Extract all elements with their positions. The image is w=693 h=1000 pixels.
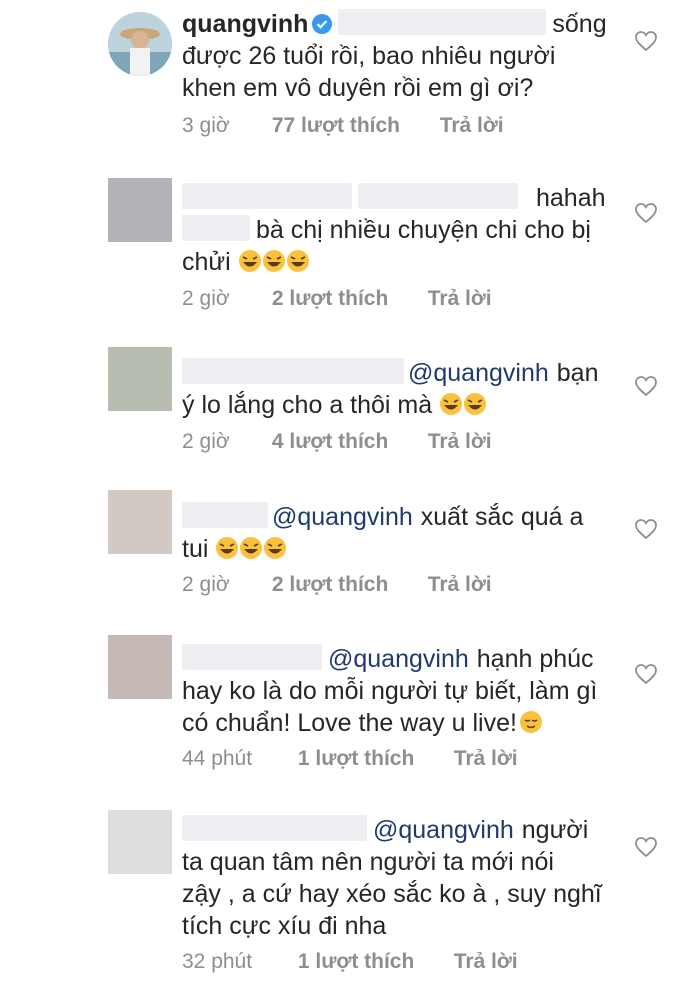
redacted-text <box>182 215 250 241</box>
reply-button[interactable]: Trả lời <box>428 573 492 597</box>
heart-icon[interactable] <box>634 518 658 540</box>
reply-button[interactable]: Trả lời <box>428 287 492 311</box>
comment-meta: 3 giờ 77 lượt thích Trả lời <box>182 114 504 138</box>
avatar-photo <box>108 12 172 76</box>
username[interactable]: quangvinh <box>182 10 308 38</box>
verified-badge-icon <box>312 10 333 42</box>
comment: hahah bà chị nhiều chuyện chi cho bị chử… <box>0 160 693 335</box>
comment-body: @quangvinh hạnh phúc hay ko là do mỗi ngư… <box>182 643 622 739</box>
comment: @quangvinh xuất sắc quá a tui 2 giờ 2 lượ… <box>0 480 693 625</box>
mention-link[interactable]: @quangvinh <box>373 816 514 844</box>
likes-count[interactable]: 2 lượt thích <box>272 573 422 597</box>
avatar[interactable] <box>108 810 172 874</box>
comment-text: xuất sắc quá a <box>420 503 584 531</box>
comment-body: quangvinh sống được 26 tuổi rồi, bao nhiê… <box>182 8 622 104</box>
timestamp: 32 phút <box>182 950 253 973</box>
comment-body: @quangvinh người ta quan tâm nên người ta… <box>182 814 622 942</box>
avatar[interactable] <box>108 178 172 242</box>
heart-icon[interactable] <box>634 836 658 858</box>
comment-text: có chuẩn! Love the way u live! <box>182 709 517 737</box>
timestamp: 2 giờ <box>182 573 230 596</box>
redacted-mention <box>338 9 547 35</box>
comment-text: sống <box>552 10 607 38</box>
reply-button[interactable]: Trả lời <box>440 114 504 138</box>
comment-text: zậy , a cứ hay xéo sắc ko à , suy nghĩ <box>182 880 602 908</box>
laughing-emoji-icon <box>439 391 487 419</box>
comment-text: hay ko là do mỗi người tự biết, làm gì <box>182 677 598 705</box>
comment-text: tích cực xíu đi nha <box>182 912 387 940</box>
comment-body: @quangvinh bạn ý lo lắng cho a thôi mà <box>182 357 622 421</box>
redacted-username <box>182 644 322 670</box>
comment-text: hạnh phúc <box>476 645 594 673</box>
comment-body: hahah bà chị nhiều chuyện chi cho bị chử… <box>182 182 622 278</box>
heart-icon[interactable] <box>634 663 658 685</box>
comment-text: ta quan tâm nên người ta mới nói <box>182 848 554 876</box>
comment: quangvinh sống được 26 tuổi rồi, bao nhiê… <box>0 0 693 160</box>
comment-text: bà chị nhiều chuyện chi cho bị <box>256 216 591 244</box>
heart-icon[interactable] <box>634 30 658 52</box>
comment-text: hahah <box>536 184 606 212</box>
avatar[interactable] <box>108 635 172 699</box>
likes-count[interactable]: 1 lượt thích <box>298 950 448 974</box>
laughing-emoji-icon <box>238 248 310 276</box>
mention-link[interactable]: @quangvinh <box>328 645 469 673</box>
mention-link[interactable]: @quangvinh <box>408 359 549 387</box>
comment-meta: 32 phút 1 lượt thích Trả lời <box>182 950 518 974</box>
comment-meta: 2 giờ 2 lượt thích Trả lời <box>182 573 492 597</box>
timestamp: 2 giờ <box>182 287 230 310</box>
comment-meta: 2 giờ 4 lượt thích Trả lời <box>182 430 492 454</box>
likes-count[interactable]: 1 lượt thích <box>298 747 448 771</box>
mention-link[interactable]: @quangvinh <box>272 503 413 531</box>
reply-button[interactable]: Trả lời <box>454 747 518 771</box>
heart-icon[interactable] <box>634 375 658 397</box>
redacted-username <box>182 502 268 528</box>
timestamp: 2 giờ <box>182 430 230 453</box>
comment: @quangvinh bạn ý lo lắng cho a thôi mà 2 … <box>0 335 693 480</box>
comment-body: @quangvinh xuất sắc quá a tui <box>182 501 622 565</box>
comment-text: ý lo lắng cho a thôi mà <box>182 391 433 419</box>
avatar[interactable] <box>108 347 172 411</box>
comment-meta: 44 phút 1 lượt thích Trả lời <box>182 747 518 771</box>
heart-icon[interactable] <box>634 202 658 224</box>
timestamp: 44 phút <box>182 747 253 770</box>
comment-text: bạn <box>556 359 599 387</box>
comment: @quangvinh người ta quan tâm nên người ta… <box>0 800 693 1000</box>
reply-button[interactable]: Trả lời <box>454 950 518 974</box>
comment-text: tui <box>182 535 209 563</box>
avatar[interactable] <box>108 12 172 76</box>
likes-count[interactable]: 77 lượt thích <box>272 114 434 138</box>
reply-button[interactable]: Trả lời <box>428 430 492 454</box>
redacted-username <box>182 183 352 209</box>
avatar[interactable] <box>108 490 172 554</box>
comment-meta: 2 giờ 2 lượt thích Trả lời <box>182 287 492 311</box>
comment: @quangvinh hạnh phúc hay ko là do mỗi ngư… <box>0 625 693 800</box>
timestamp: 3 giờ <box>182 114 230 137</box>
redacted-mention <box>358 183 518 209</box>
comment-text: chửi <box>182 248 231 276</box>
laughing-emoji-icon <box>215 535 287 563</box>
relieved-emoji-icon <box>519 709 543 737</box>
redacted-username <box>182 815 367 841</box>
likes-count[interactable]: 4 lượt thích <box>272 430 422 454</box>
redacted-username <box>182 358 404 384</box>
comment-text: người <box>521 816 589 844</box>
comment-text: được 26 tuổi rồi, bao nhiêu người <box>182 42 556 70</box>
comment-text: khen em vô duyên rồi em gì ơi? <box>182 74 534 102</box>
likes-count[interactable]: 2 lượt thích <box>272 287 422 311</box>
